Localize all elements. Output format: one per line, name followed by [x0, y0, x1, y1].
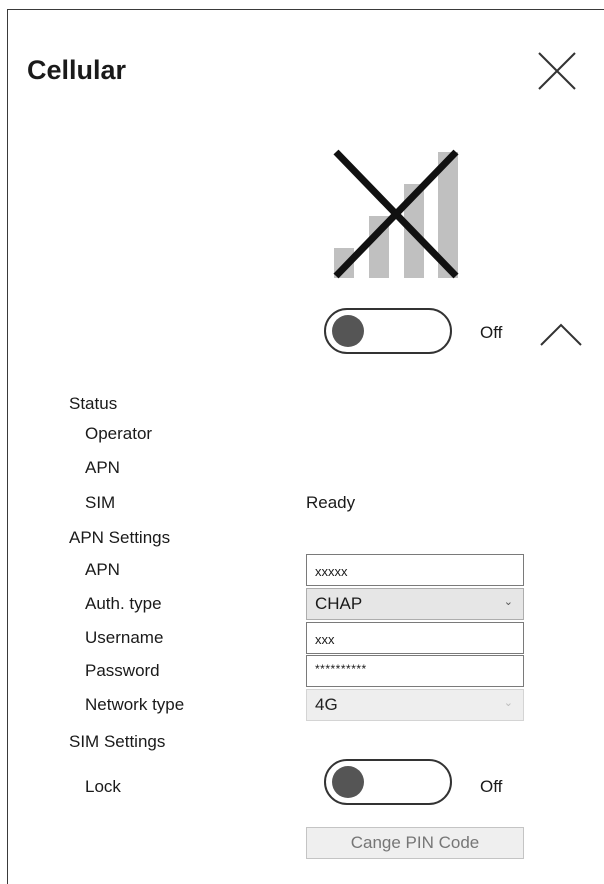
sim-status-value: Ready: [306, 493, 356, 512]
network-type-label: Network type: [85, 695, 185, 714]
apn-settings-heading: APN Settings: [69, 528, 171, 547]
sim-lock-state: Off: [480, 777, 503, 796]
sim-settings-heading: SIM Settings: [69, 732, 166, 751]
apn-label: APN: [85, 560, 120, 579]
lock-label: Lock: [85, 777, 121, 796]
collapse-button[interactable]: [536, 315, 586, 351]
network-type-value: 4G: [315, 695, 338, 714]
cellular-panel: [7, 9, 604, 884]
toggle-knob: [332, 766, 364, 798]
chevron-down-icon: ⌄: [503, 596, 513, 608]
sim-lock-toggle[interactable]: [324, 759, 452, 805]
sim-label: SIM: [85, 493, 116, 512]
username-input[interactable]: xxx: [306, 622, 524, 654]
password-label: Password: [85, 661, 160, 680]
toggle-knob: [332, 315, 364, 347]
network-type-select: 4G ⌄: [306, 689, 524, 721]
operator-label: Operator: [85, 424, 153, 443]
close-icon: [538, 52, 576, 90]
change-pin-button: Cange PIN Code: [306, 827, 524, 859]
close-button[interactable]: [533, 47, 581, 95]
status-heading: Status: [69, 394, 118, 413]
status-apn-label: APN: [85, 458, 120, 477]
cellular-toggle-state: Off: [480, 323, 503, 342]
chevron-down-icon: ⌄: [503, 697, 513, 709]
password-input[interactable]: **********: [306, 655, 524, 687]
auth-type-select[interactable]: CHAP ⌄: [306, 588, 524, 620]
username-label: Username: [85, 628, 164, 647]
cellular-toggle[interactable]: [324, 308, 452, 354]
auth-type-label: Auth. type: [85, 594, 162, 613]
auth-type-value: CHAP: [315, 594, 363, 613]
page-title: Cellular: [27, 55, 127, 85]
chevron-up-icon: [540, 323, 582, 346]
cellular-signal-disabled-icon: [322, 140, 462, 290]
apn-input[interactable]: xxxxx: [306, 554, 524, 586]
